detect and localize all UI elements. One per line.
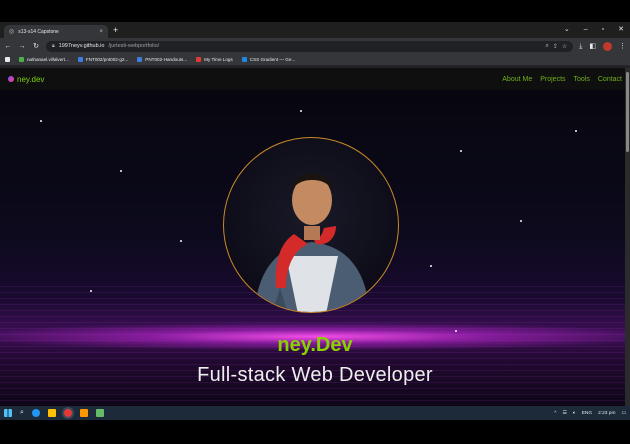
file-explorer-icon[interactable] xyxy=(47,409,56,417)
profile-portrait xyxy=(223,137,399,313)
language-indicator[interactable]: ENG xyxy=(582,411,592,416)
star xyxy=(455,330,457,332)
address-bar[interactable]: 🔒︎ 1997neyv.github.io/jurtesti-webportfo… xyxy=(46,40,574,52)
apps-icon[interactable] xyxy=(5,57,10,62)
share-icon[interactable]: ⇪ xyxy=(553,43,558,50)
nav-link-contact[interactable]: Contact xyxy=(598,76,622,83)
url-path: /jurtesti-webportfolio/ xyxy=(108,43,160,49)
window-controls: ⌄ – ▫ ✕ xyxy=(564,25,624,35)
star xyxy=(120,170,122,172)
tab-favicon-icon: ◎ xyxy=(9,28,15,35)
star xyxy=(520,220,522,222)
star xyxy=(300,110,302,112)
system-tray: ^ ☰ 🔈︎ ENG 2:23 pm ▭ xyxy=(554,410,626,417)
nav-link-tools[interactable]: Tools xyxy=(574,76,590,83)
minimize-icon[interactable]: – xyxy=(584,25,588,35)
profile-avatar[interactable] xyxy=(603,41,612,51)
close-tab-icon[interactable]: × xyxy=(99,29,103,35)
browser-toolbar: ← → ↻ 🔒︎ 1997neyv.github.io/jurtesti-web… xyxy=(0,38,630,54)
search-icon[interactable]: ⌕ xyxy=(20,409,24,417)
tab-search-icon[interactable]: ⌄ xyxy=(564,25,570,35)
zoom-icon[interactable]: ⌕ xyxy=(545,43,548,50)
clock[interactable]: 2:23 pm xyxy=(598,411,615,416)
site-navbar: ney.dev About Me Projects Tools Contact xyxy=(0,68,630,90)
brand-name: ney.dev xyxy=(17,74,45,84)
app-icon[interactable] xyxy=(79,409,88,417)
bookmark-star-icon[interactable]: ☆ xyxy=(562,43,567,50)
network-icon[interactable]: ☰ xyxy=(563,411,567,416)
new-tab-button[interactable]: + xyxy=(113,25,118,35)
sidebar-icon[interactable]: ◧ xyxy=(589,43,596,50)
portrait-figure xyxy=(254,173,370,312)
bookmark-item[interactable]: nathanael.villalvert... xyxy=(19,57,69,62)
volume-icon[interactable]: 🔈︎ xyxy=(573,410,576,416)
back-icon[interactable]: ← xyxy=(4,43,12,50)
tab-strip: ◎ s13-s14 Capstone × + ⌄ – ▫ ✕ xyxy=(0,22,630,38)
bookmark-item[interactable]: PNT002-Handouts... xyxy=(137,57,187,62)
bookmark-favicon-icon xyxy=(77,57,83,62)
windows-taskbar: ⌕ ^ ☰ 🔈︎ ENG 2:23 pm ▭ xyxy=(0,406,630,420)
url-host: 1997neyv.github.io xyxy=(58,43,105,49)
scrollbar-thumb[interactable] xyxy=(626,72,629,152)
lock-icon[interactable]: 🔒︎ xyxy=(52,43,55,49)
bookmark-favicon-icon xyxy=(19,57,24,62)
browser-tab[interactable]: ◎ s13-s14 Capstone × xyxy=(4,25,108,38)
reload-icon[interactable]: ↻ xyxy=(32,43,40,50)
star xyxy=(180,240,182,242)
hero-name: ney.Dev xyxy=(277,334,353,356)
close-icon[interactable]: ✕ xyxy=(618,25,624,35)
site-brand[interactable]: ney.dev xyxy=(8,75,44,84)
toolbar-actions: ⤓ ◧ ⋮ xyxy=(579,41,626,51)
bookmark-item[interactable]: FNT002/pnt002-g2... xyxy=(77,57,128,62)
star xyxy=(90,290,92,292)
bookmark-item[interactable]: CSS Gradient — Ge... xyxy=(241,57,295,62)
page-scrollbar[interactable] xyxy=(625,68,630,406)
bookmark-favicon-icon xyxy=(241,57,247,62)
hero-section: ney.Dev Full-stack Web Developer xyxy=(0,90,630,406)
tab-title: s13-s14 Capstone xyxy=(18,28,59,35)
brand-logo-icon xyxy=(8,76,14,82)
nav-links: About Me Projects Tools Contact xyxy=(502,76,622,83)
star xyxy=(430,265,432,267)
hero-role: Full-stack Web Developer xyxy=(197,364,433,386)
notification-icon[interactable]: ▭ xyxy=(621,411,626,416)
chrome-icon[interactable] xyxy=(63,409,72,417)
bookmark-favicon-icon xyxy=(196,57,202,62)
nav-link-about[interactable]: About Me xyxy=(502,76,532,83)
tray-chevron-icon[interactable]: ^ xyxy=(554,411,556,416)
windows-start-icon[interactable] xyxy=(4,409,12,417)
edge-icon[interactable] xyxy=(31,409,40,417)
browser-window: ◎ s13-s14 Capstone × + ⌄ – ▫ ✕ ← → ↻ 🔒︎ … xyxy=(0,22,630,420)
bookmark-item[interactable]: My Time Logs xyxy=(196,57,233,62)
bookmark-favicon-icon xyxy=(137,57,143,62)
star xyxy=(460,150,462,152)
maximize-icon[interactable]: ▫ xyxy=(602,25,604,35)
menu-icon[interactable]: ⋮ xyxy=(619,43,626,50)
forward-icon[interactable]: → xyxy=(18,43,26,50)
app-icon[interactable] xyxy=(95,409,104,417)
nav-link-projects[interactable]: Projects xyxy=(540,76,565,83)
download-icon[interactable]: ⤓ xyxy=(579,43,582,50)
star xyxy=(575,130,577,132)
bookmarks-bar: nathanael.villalvert... FNT002/pnt002-g2… xyxy=(0,54,630,66)
star xyxy=(40,120,42,122)
